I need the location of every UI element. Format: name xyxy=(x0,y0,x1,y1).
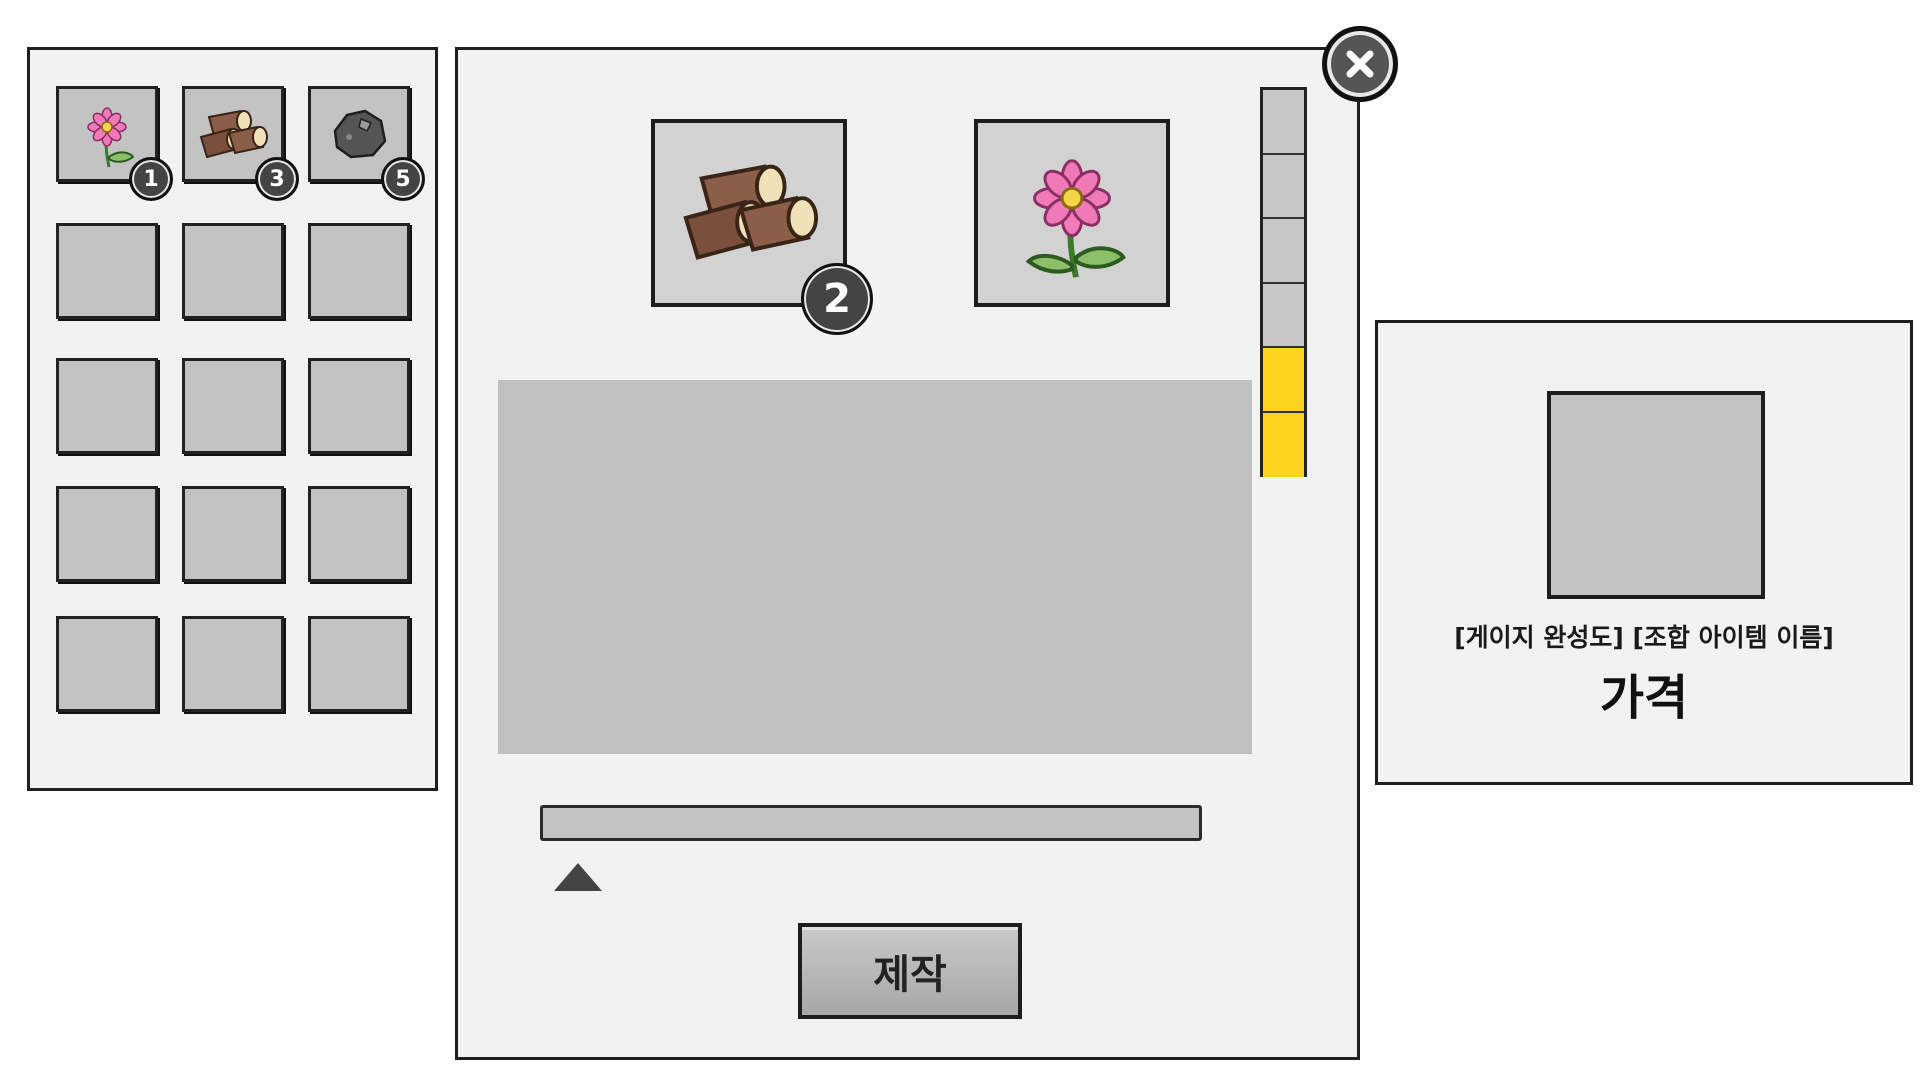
craft-button[interactable]: 제작 xyxy=(798,923,1022,1019)
ingredient-slot-flower[interactable] xyxy=(974,119,1170,307)
crafting-content-area xyxy=(498,380,1252,754)
inventory-slot-empty[interactable] xyxy=(56,223,158,319)
flower-icon xyxy=(1025,159,1126,278)
gauge-segment xyxy=(1263,348,1304,413)
result-item-label: [게이지 완성도] [조합 아이템 이름] xyxy=(1454,623,1834,652)
crafting-panel: 2 제작 xyxy=(455,47,1360,1060)
inventory-slot-empty[interactable] xyxy=(308,616,410,712)
progress-marker-icon[interactable] xyxy=(554,863,602,891)
progress-bar xyxy=(540,805,1202,841)
inventory-panel: 1 3 5 xyxy=(27,47,438,791)
inventory-slot-empty[interactable] xyxy=(308,358,410,454)
logs-icon xyxy=(199,109,268,159)
inventory-slot-empty[interactable] xyxy=(308,223,410,319)
logs-icon xyxy=(683,164,819,260)
gauge-segment xyxy=(1263,90,1304,155)
inventory-slot-empty[interactable] xyxy=(308,486,410,582)
close-button[interactable] xyxy=(1322,26,1398,102)
result-item-slot[interactable] xyxy=(1547,391,1765,599)
result-panel: [게이지 완성도] [조합 아이템 이름] 가격 xyxy=(1375,320,1913,785)
result-price: 가격 xyxy=(1599,670,1689,726)
gauge-segment xyxy=(1263,412,1304,477)
inventory-slot-empty[interactable] xyxy=(182,358,284,454)
gauge-segment xyxy=(1263,219,1304,284)
flower-icon xyxy=(87,107,135,168)
item-count-badge: 1 xyxy=(129,157,173,201)
inventory-slot-empty[interactable] xyxy=(56,616,158,712)
ingredient-count-badge: 2 xyxy=(801,263,873,335)
inventory-slot-empty[interactable] xyxy=(56,358,158,454)
item-count-badge: 5 xyxy=(381,157,425,201)
gauge-segment xyxy=(1263,154,1304,219)
inventory-slot-empty[interactable] xyxy=(182,616,284,712)
inventory-slot-empty[interactable] xyxy=(182,223,284,319)
inventory-slot-empty[interactable] xyxy=(56,486,158,582)
item-count-badge: 3 xyxy=(255,157,299,201)
rock-icon xyxy=(333,109,387,159)
inventory-slot-empty[interactable] xyxy=(182,486,284,582)
completion-gauge xyxy=(1260,87,1307,477)
inventory-slot-logs[interactable]: 3 xyxy=(182,86,299,201)
inventory-slot-flower[interactable]: 1 xyxy=(56,86,173,201)
close-icon xyxy=(1346,50,1374,78)
ingredient-slot-logs[interactable]: 2 xyxy=(651,119,873,335)
gauge-segment xyxy=(1263,283,1304,348)
inventory-slot-rock[interactable]: 5 xyxy=(308,86,425,201)
